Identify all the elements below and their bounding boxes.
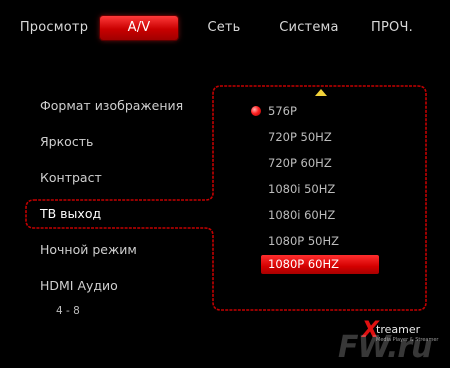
option-720p-50hz[interactable]: 720P 50HZ: [268, 130, 332, 144]
watermark: FW.ru: [338, 330, 433, 365]
radio-dot-icon: [251, 106, 261, 116]
option-1080i-60hz[interactable]: 1080i 60HZ: [268, 208, 335, 222]
option-1080i-50hz[interactable]: 1080i 50HZ: [268, 182, 335, 196]
menu-item-brightness[interactable]: Яркость: [40, 134, 93, 149]
menu-item-tv-output[interactable]: ТВ выход: [40, 206, 101, 221]
option-576p[interactable]: 576P: [268, 104, 297, 118]
page-indicator: 4 - 8: [56, 305, 80, 317]
settings-screen: Просмотр A/V Сеть Система ПРОЧ. Формат и…: [0, 0, 450, 368]
option-720p-60hz[interactable]: 720P 60HZ: [268, 156, 332, 170]
option-1080p-60hz[interactable]: 1080P 60HZ: [261, 255, 379, 274]
menu-item-hdmi-audio[interactable]: HDMI Аудио: [40, 278, 118, 293]
option-1080p-50hz[interactable]: 1080P 50HZ: [268, 234, 339, 248]
menu-item-night-mode[interactable]: Ночной режим: [40, 242, 137, 257]
menu-item-image-format[interactable]: Формат изображения: [40, 98, 183, 113]
menu-item-contrast[interactable]: Контраст: [40, 170, 102, 185]
scroll-up-arrow-icon[interactable]: [315, 89, 327, 96]
